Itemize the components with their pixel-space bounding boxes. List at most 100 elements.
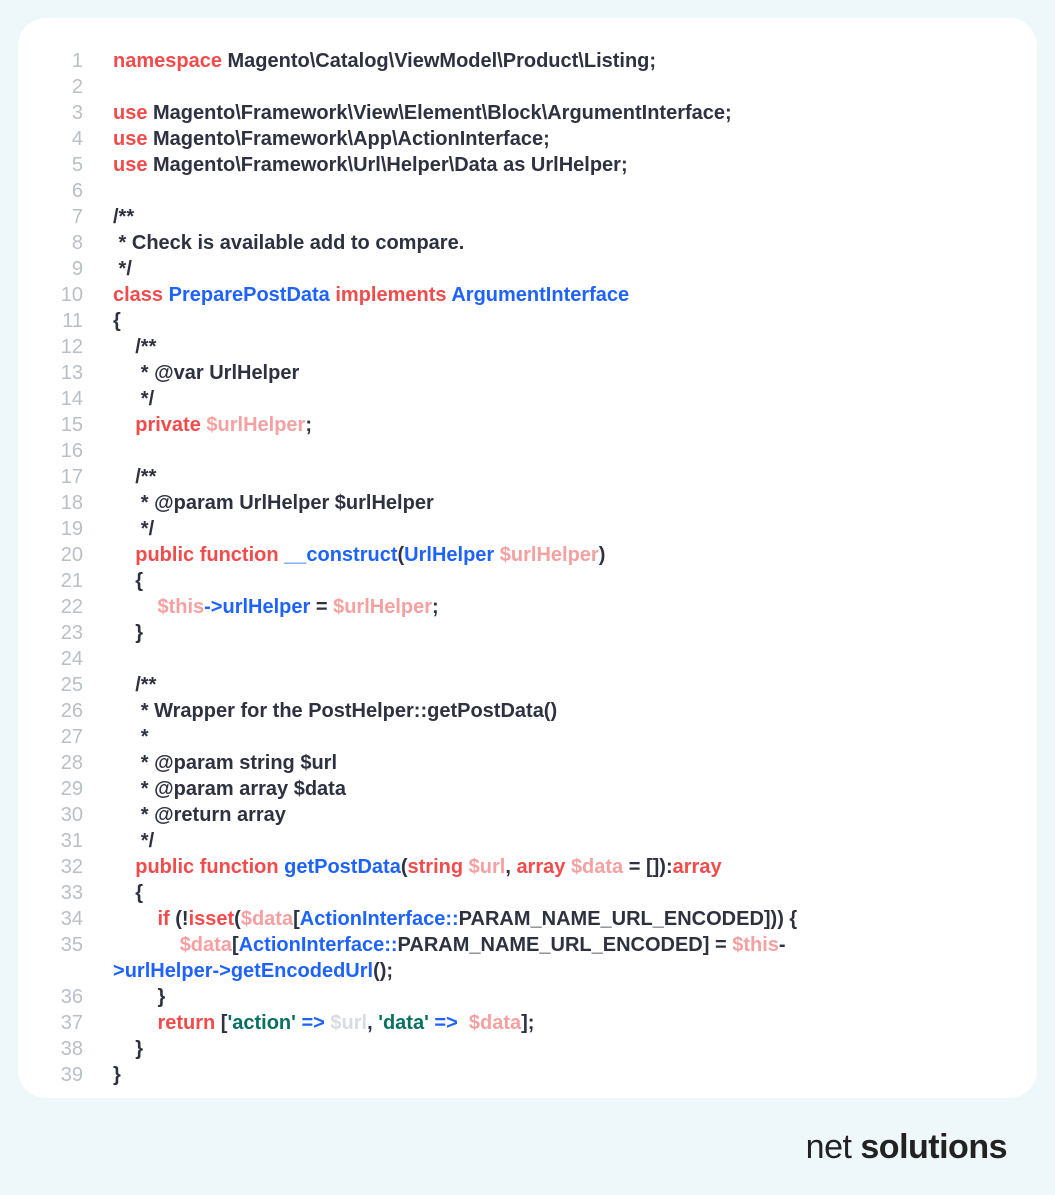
line-number: 26 bbox=[48, 698, 113, 724]
code-line: 21 { bbox=[48, 568, 997, 594]
line-content: return ['action' => $url, 'data' => $dat… bbox=[113, 1010, 534, 1036]
code-line: 17 /** bbox=[48, 464, 997, 490]
line-number bbox=[48, 958, 113, 984]
line-content: use Magento\Framework\App\ActionInterfac… bbox=[113, 126, 550, 152]
line-number: 4 bbox=[48, 126, 113, 152]
line-content: { bbox=[113, 308, 121, 334]
line-content: $data[ActionInterface::PARAM_NAME_URL_EN… bbox=[113, 932, 786, 958]
line-content: } bbox=[113, 620, 143, 646]
line-number: 22 bbox=[48, 594, 113, 620]
line-content: { bbox=[113, 880, 143, 906]
line-number: 29 bbox=[48, 776, 113, 802]
code-line: 35 $data[ActionInterface::PARAM_NAME_URL… bbox=[48, 932, 997, 958]
line-number: 11 bbox=[48, 308, 113, 334]
brand-logo-part2: solutions bbox=[860, 1128, 1007, 1166]
code-line: 5use Magento\Framework\Url\Helper\Data a… bbox=[48, 152, 997, 178]
line-content: class PreparePostData implements Argumen… bbox=[113, 282, 629, 308]
line-number: 2 bbox=[48, 74, 113, 100]
line-content: * Check is available add to compare. bbox=[113, 230, 464, 256]
line-number: 10 bbox=[48, 282, 113, 308]
code-line: 25 /** bbox=[48, 672, 997, 698]
code-line: 24 bbox=[48, 646, 997, 672]
line-number: 1 bbox=[48, 48, 113, 74]
code-line: 30 * @return array bbox=[48, 802, 997, 828]
code-line: 38 } bbox=[48, 1036, 997, 1062]
line-content: /** bbox=[113, 464, 156, 490]
line-number: 33 bbox=[48, 880, 113, 906]
code-line: >urlHelper->getEncodedUrl(); bbox=[48, 958, 997, 984]
code-line: 13 * @var UrlHelper bbox=[48, 360, 997, 386]
line-number: 8 bbox=[48, 230, 113, 256]
code-line: 1namespace Magento\Catalog\ViewModel\Pro… bbox=[48, 48, 997, 74]
line-content: } bbox=[113, 1036, 143, 1062]
code-line: 8 * Check is available add to compare. bbox=[48, 230, 997, 256]
line-number: 28 bbox=[48, 750, 113, 776]
line-number: 17 bbox=[48, 464, 113, 490]
line-content bbox=[113, 178, 119, 204]
line-content: * @param array $data bbox=[113, 776, 346, 802]
line-content: { bbox=[113, 568, 143, 594]
line-content bbox=[113, 646, 119, 672]
code-line: 26 * Wrapper for the PostHelper::getPost… bbox=[48, 698, 997, 724]
code-line: 3use Magento\Framework\View\Element\Bloc… bbox=[48, 100, 997, 126]
code-line: 11{ bbox=[48, 308, 997, 334]
line-number: 24 bbox=[48, 646, 113, 672]
line-number: 31 bbox=[48, 828, 113, 854]
line-number: 18 bbox=[48, 490, 113, 516]
code-line: 37 return ['action' => $url, 'data' => $… bbox=[48, 1010, 997, 1036]
line-number: 3 bbox=[48, 100, 113, 126]
code-line: 23 } bbox=[48, 620, 997, 646]
code-line: 22 $this->urlHelper = $urlHelper; bbox=[48, 594, 997, 620]
code-block: 1namespace Magento\Catalog\ViewModel\Pro… bbox=[48, 48, 997, 1088]
code-line: 32 public function getPostData(string $u… bbox=[48, 854, 997, 880]
line-number: 38 bbox=[48, 1036, 113, 1062]
line-number: 6 bbox=[48, 178, 113, 204]
line-number: 34 bbox=[48, 906, 113, 932]
line-content: public function __construct(UrlHelper $u… bbox=[113, 542, 605, 568]
line-content: * Wrapper for the PostHelper::getPostDat… bbox=[113, 698, 557, 724]
line-content: * @param UrlHelper $urlHelper bbox=[113, 490, 434, 516]
line-content bbox=[113, 438, 119, 464]
line-number: 35 bbox=[48, 932, 113, 958]
line-number: 20 bbox=[48, 542, 113, 568]
line-number: 7 bbox=[48, 204, 113, 230]
line-content: if (!isset($data[ActionInterface::PARAM_… bbox=[113, 906, 797, 932]
line-number: 23 bbox=[48, 620, 113, 646]
code-line: 27 * bbox=[48, 724, 997, 750]
code-card: 1namespace Magento\Catalog\ViewModel\Pro… bbox=[18, 18, 1037, 1098]
code-line: 12 /** bbox=[48, 334, 997, 360]
line-content: >urlHelper->getEncodedUrl(); bbox=[113, 958, 393, 984]
line-content: private $urlHelper; bbox=[113, 412, 312, 438]
code-line: 28 * @param string $url bbox=[48, 750, 997, 776]
code-line: 7/** bbox=[48, 204, 997, 230]
line-number: 27 bbox=[48, 724, 113, 750]
line-content: * @var UrlHelper bbox=[113, 360, 299, 386]
line-content: * @param string $url bbox=[113, 750, 337, 776]
code-line: 16 bbox=[48, 438, 997, 464]
line-content: * @return array bbox=[113, 802, 286, 828]
line-content: /** bbox=[113, 672, 156, 698]
code-line: 29 * @param array $data bbox=[48, 776, 997, 802]
code-line: 20 public function __construct(UrlHelper… bbox=[48, 542, 997, 568]
line-number: 37 bbox=[48, 1010, 113, 1036]
line-content: $this->urlHelper = $urlHelper; bbox=[113, 594, 439, 620]
line-number: 16 bbox=[48, 438, 113, 464]
line-number: 13 bbox=[48, 360, 113, 386]
line-number: 15 bbox=[48, 412, 113, 438]
line-content: */ bbox=[113, 828, 154, 854]
line-number: 39 bbox=[48, 1062, 113, 1088]
brand-logo: net solutions bbox=[806, 1128, 1007, 1167]
line-number: 21 bbox=[48, 568, 113, 594]
line-content: public function getPostData(string $url,… bbox=[113, 854, 722, 880]
line-number: 25 bbox=[48, 672, 113, 698]
line-content: */ bbox=[113, 386, 154, 412]
line-content: */ bbox=[113, 256, 132, 282]
line-content: } bbox=[113, 984, 165, 1010]
code-line: 2 bbox=[48, 74, 997, 100]
line-content: */ bbox=[113, 516, 154, 542]
line-number: 32 bbox=[48, 854, 113, 880]
line-number: 5 bbox=[48, 152, 113, 178]
code-line: 39} bbox=[48, 1062, 997, 1088]
line-content: /** bbox=[113, 334, 156, 360]
line-number: 14 bbox=[48, 386, 113, 412]
